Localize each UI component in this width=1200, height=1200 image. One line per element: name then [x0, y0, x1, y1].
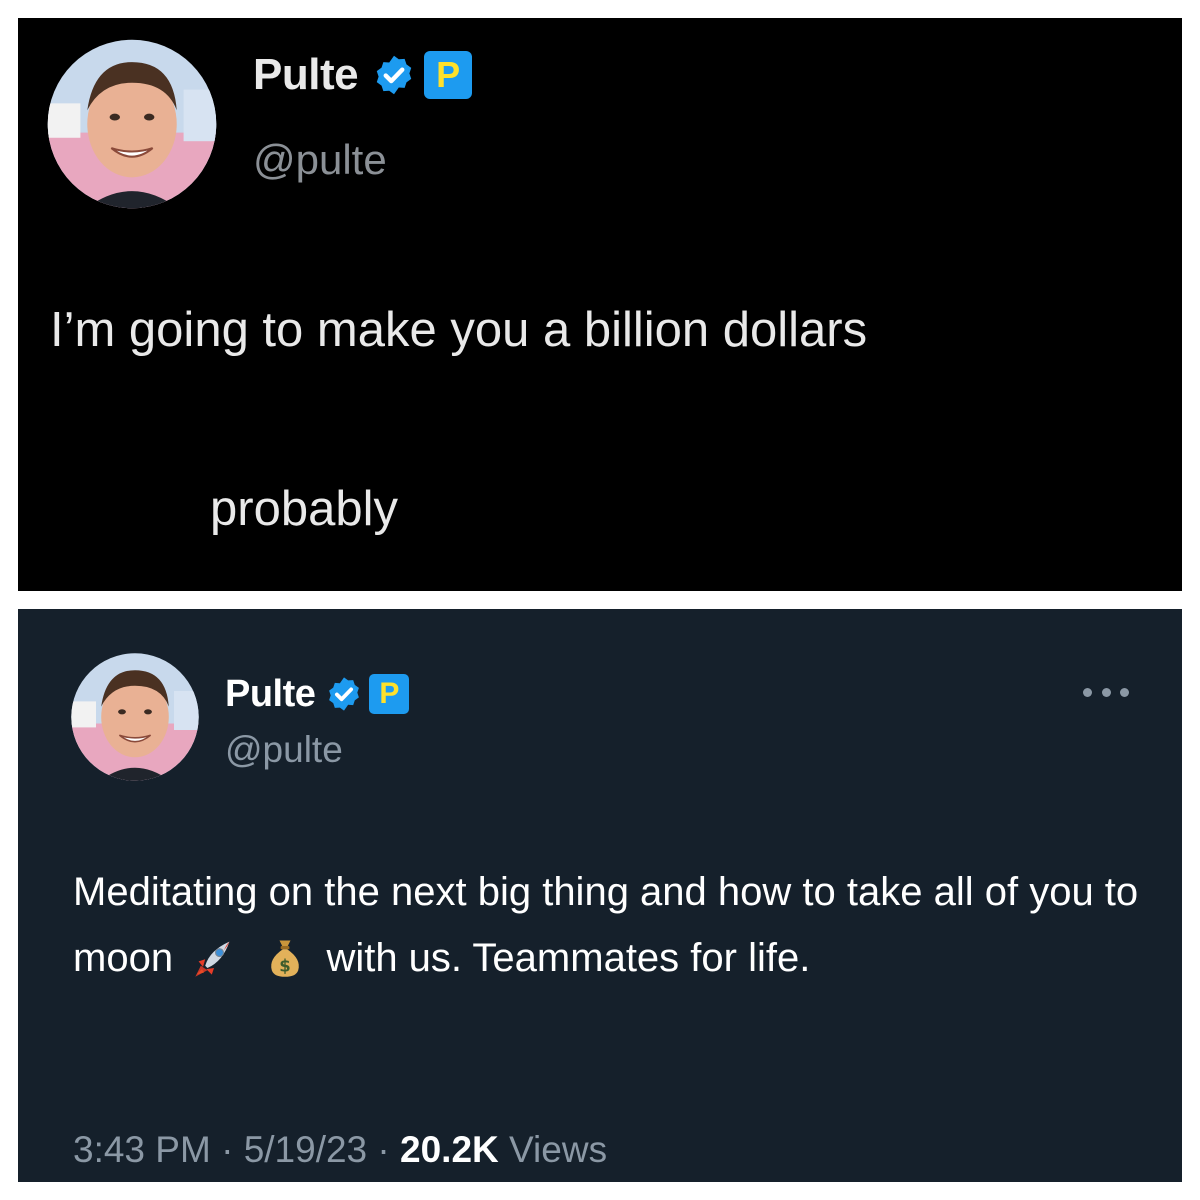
meta-separator: · [210, 1129, 244, 1170]
verified-badge-icon [325, 675, 363, 713]
affiliate-badge: P [369, 674, 410, 714]
views-label: Views [509, 1129, 608, 1170]
avatar[interactable] [70, 652, 200, 782]
display-name[interactable]: Pulte [225, 673, 316, 716]
top-tweet-screenshot: Pulte P @pulte I’m going to make you a b… [18, 18, 1182, 591]
tweet-text: Meditating on the next big thing and how… [73, 859, 1153, 991]
handle[interactable]: @pulte [225, 729, 343, 771]
affiliate-badge: P [424, 51, 473, 99]
meta-separator: · [367, 1129, 401, 1170]
name-row: Pulte P [253, 48, 473, 102]
name-row: Pulte P [225, 671, 410, 717]
tweet-text-line-2: probably [210, 482, 398, 536]
tweet-text-line-1: I’m going to make you a billion dollars [50, 303, 868, 357]
display-name[interactable]: Pulte [253, 50, 359, 100]
rocket-icon [192, 935, 236, 979]
views-count[interactable]: 20.2K [400, 1129, 499, 1170]
tweet-time[interactable]: 3:43 PM [73, 1129, 211, 1170]
tweet-metadata: 3:43 PM · 5/19/23 · 20.2K Views [73, 1129, 607, 1171]
tweet-text-part-2: with us. Teammates for life. [326, 936, 811, 980]
tweet-date[interactable]: 5/19/23 [244, 1129, 367, 1170]
avatar[interactable] [46, 38, 218, 210]
money-bag-icon: $ [263, 935, 307, 979]
more-options-icon[interactable] [1083, 685, 1129, 699]
handle[interactable]: @pulte [253, 136, 387, 184]
bottom-tweet-screenshot: Pulte P @pulte Meditating on the next bi… [18, 609, 1182, 1182]
verified-badge-icon [372, 53, 416, 97]
svg-text:$: $ [280, 956, 291, 975]
